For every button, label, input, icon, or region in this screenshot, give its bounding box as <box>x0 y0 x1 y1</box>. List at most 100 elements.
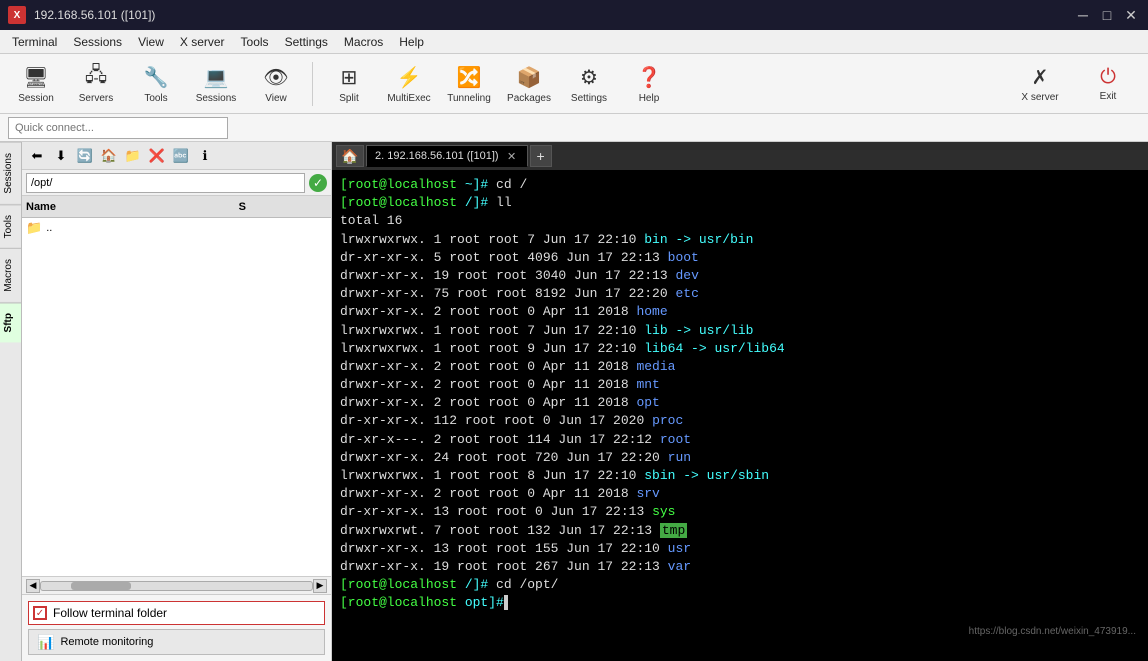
sidebar-info-button[interactable]: ℹ <box>194 145 216 167</box>
tab-close-button[interactable]: ✕ <box>505 149 519 163</box>
toolbar-servers-button[interactable]: 🖧 Servers <box>68 58 124 110</box>
sidebar-down-button[interactable]: ⬇ <box>50 145 72 167</box>
prompt-user-3: [root@localhost <box>340 577 457 592</box>
menu-sessions[interactable]: Sessions <box>65 33 130 51</box>
prompt-user-1: [root@localhost <box>340 177 457 192</box>
title-bar: X 192.168.56.101 ([101]) ─ □ ✕ <box>0 0 1148 30</box>
sidebar-toolbar: ⬅ ⬇ 🔄 🏠 📁 ❌ 🔤 ℹ <box>22 142 331 170</box>
remote-monitoring-icon: 📊 <box>37 634 54 651</box>
sidebar-home-button[interactable]: 🏠 <box>98 145 120 167</box>
toolbar-session-button[interactable]: 🖥 Session <box>8 58 64 110</box>
toolbar-help-button[interactable]: ❓ Help <box>621 58 677 110</box>
scroll-left-button[interactable]: ◀ <box>26 579 40 593</box>
terminal-line-usr: drwxr-xr-x. 13 root root 155 Jun 17 22:1… <box>340 540 1140 558</box>
sidebar-scrollbar[interactable]: ◀ ▶ <box>22 576 331 594</box>
toolbar-help-label: Help <box>639 93 660 104</box>
horizontal-scrollbar[interactable] <box>40 581 313 591</box>
prompt-user-4: [root@localhost <box>340 595 457 610</box>
terminal-line-media: drwxr-xr-x. 2 root root 0 Apr 11 2018 me… <box>340 358 1140 376</box>
folder-icon: 📁 <box>26 220 42 236</box>
xserver-icon: ✗ <box>1032 65 1049 90</box>
terminal-tab-1[interactable]: 2. 192.168.56.101 ([101]) ✕ <box>366 145 528 167</box>
file-name-parent: .. <box>46 222 52 234</box>
menu-view[interactable]: View <box>130 33 172 51</box>
toolbar: 🖥 Session 🖧 Servers 🔧 Tools 💻 Sessions 👁… <box>0 54 1148 114</box>
terminal-output[interactable]: [root@localhost ~]# cd / [root@localhost… <box>332 170 1148 661</box>
view-icon: 👁 <box>262 63 290 91</box>
follow-terminal-checkbox[interactable]: ✓ <box>33 606 47 620</box>
toolbar-exit-button[interactable]: ⏻ Exit <box>1076 58 1140 110</box>
sidebar: ⬅ ⬇ 🔄 🏠 📁 ❌ 🔤 ℹ ✓ Name S 📁 .. <box>22 142 332 661</box>
quick-connect-bar <box>0 114 1148 142</box>
xserver-label: X server <box>1021 92 1058 103</box>
terminal-line-sbin: lrwxrwxrwx. 1 root root 8 Jun 17 22:10 s… <box>340 467 1140 485</box>
toolbar-multiexec-button[interactable]: ⚡ MultiExec <box>381 58 437 110</box>
sidebar-edit-button[interactable]: 🔤 <box>170 145 192 167</box>
toolbar-sessions-label: Sessions <box>196 93 237 104</box>
column-name-header: Name <box>26 201 186 213</box>
watermark-text: https://blog.csdn.net/weixin_473919... <box>969 626 1136 637</box>
session-icon: 🖥 <box>22 63 50 91</box>
menu-help[interactable]: Help <box>391 33 432 51</box>
minimize-button[interactable]: ─ <box>1074 6 1092 24</box>
file-item-parent[interactable]: 📁 .. <box>22 218 331 238</box>
multiexec-icon: ⚡ <box>395 63 423 91</box>
prompt-user-2: [root@localhost <box>340 195 457 210</box>
sidebar-delete-button[interactable]: ❌ <box>146 145 168 167</box>
terminal-line-home: drwxr-xr-x. 2 root root 0 Apr 11 2018 ho… <box>340 303 1140 321</box>
prompt-path-2: /]# <box>457 195 488 210</box>
vtab-sessions[interactable]: Sessions <box>0 142 21 204</box>
toolbar-packages-button[interactable]: 📦 Packages <box>501 58 557 110</box>
scroll-right-button[interactable]: ▶ <box>313 579 327 593</box>
terminal-line-total: total 16 <box>340 212 1140 230</box>
menu-settings[interactable]: Settings <box>277 33 336 51</box>
home-tab[interactable]: 🏠 <box>336 145 364 167</box>
toolbar-packages-label: Packages <box>507 93 551 104</box>
terminal-line-cdopt: [root@localhost /]# cd /opt/ <box>340 576 1140 594</box>
packages-icon: 📦 <box>515 63 543 91</box>
sidebar-back-button[interactable]: ⬅ <box>26 145 48 167</box>
terminal-line-etc: drwxr-xr-x. 75 root root 8192 Jun 17 22:… <box>340 285 1140 303</box>
exit-icon: ⏻ <box>1100 66 1116 89</box>
path-input[interactable] <box>26 173 305 193</box>
vtab-sftp[interactable]: Sftp <box>0 302 21 342</box>
tab-add-button[interactable]: + <box>530 145 552 167</box>
follow-terminal-label: Follow terminal folder <box>53 606 167 620</box>
column-size-header: S <box>186 201 246 213</box>
app-icon: X <box>8 6 26 24</box>
menu-xserver[interactable]: X server <box>172 33 233 51</box>
toolbar-tunneling-button[interactable]: 🔀 Tunneling <box>441 58 497 110</box>
sidebar-newfolder-button[interactable]: 📁 <box>122 145 144 167</box>
file-list: 📁 .. <box>22 218 331 576</box>
follow-terminal-folder[interactable]: ✓ Follow terminal folder <box>28 601 325 625</box>
maximize-button[interactable]: □ <box>1098 6 1116 24</box>
toolbar-settings-button[interactable]: ⚙ Settings <box>561 58 617 110</box>
vtab-tools[interactable]: Tools <box>0 204 21 248</box>
menu-tools[interactable]: Tools <box>233 33 277 51</box>
toolbar-tools-button[interactable]: 🔧 Tools <box>128 58 184 110</box>
vtab-macros[interactable]: Macros <box>0 248 21 302</box>
toolbar-view-button[interactable]: 👁 View <box>248 58 304 110</box>
path-ok-button[interactable]: ✓ <box>309 174 327 192</box>
toolbar-xserver-button[interactable]: ✗ X server <box>1008 58 1072 110</box>
tunneling-icon: 🔀 <box>455 63 483 91</box>
menu-terminal[interactable]: Terminal <box>4 33 65 51</box>
terminal-line-var: drwxr-xr-x. 19 root root 267 Jun 17 22:1… <box>340 558 1140 576</box>
sidebar-refresh-button[interactable]: 🔄 <box>74 145 96 167</box>
prompt-path-1: ~]# <box>457 177 488 192</box>
toolbar-sessions-button[interactable]: 💻 Sessions <box>188 58 244 110</box>
cmd-1: cd / <box>488 177 527 192</box>
cursor-block <box>504 595 508 610</box>
remote-monitoring-button[interactable]: 📊 Remote monitoring <box>28 629 325 655</box>
scrollbar-thumb[interactable] <box>71 582 131 590</box>
toolbar-tunneling-label: Tunneling <box>447 93 491 104</box>
terminal-line-run: drwxr-xr-x. 24 root root 720 Jun 17 22:2… <box>340 449 1140 467</box>
toolbar-split-button[interactable]: ⊞ Split <box>321 58 377 110</box>
close-button[interactable]: ✕ <box>1122 6 1140 24</box>
terminal-line-sys: dr-xr-xr-x. 13 root root 0 Jun 17 22:13 … <box>340 503 1140 521</box>
menu-bar: Terminal Sessions View X server Tools Se… <box>0 30 1148 54</box>
menu-macros[interactable]: Macros <box>336 33 391 51</box>
remote-monitoring-label: Remote monitoring <box>60 636 153 648</box>
quick-connect-input[interactable] <box>8 117 228 139</box>
terminal-line-boot: dr-xr-xr-x. 5 root root 4096 Jun 17 22:1… <box>340 249 1140 267</box>
